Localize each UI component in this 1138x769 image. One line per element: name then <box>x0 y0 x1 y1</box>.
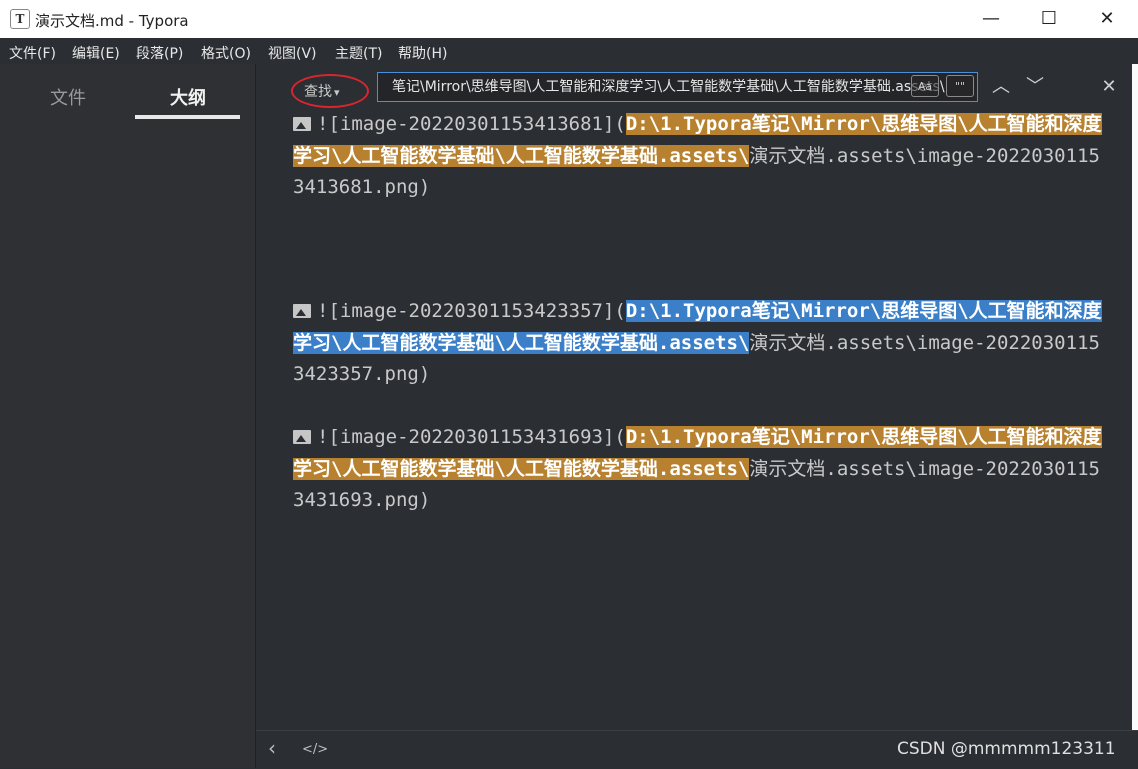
chevron-up-icon[interactable]: ︿ <box>991 77 1011 97</box>
editor-area[interactable]: ![image-20220301153413681](D:\1.Typora笔记… <box>256 112 1138 730</box>
search-input[interactable]: 笔记\Mirror\思维导图\人工智能和深度学习\人工智能数学基础\人工智能数学… <box>377 72 978 102</box>
chevron-left-icon[interactable]: ‹ <box>268 736 276 760</box>
menu-theme[interactable]: 主题(T) <box>335 43 382 63</box>
annotation-circle <box>291 74 369 108</box>
sidebar: 文件 大纲 <box>0 64 256 768</box>
image-markdown-line[interactable]: ![image-20220301153413681](D:\1.Typora笔记… <box>293 109 1103 204</box>
image-icon <box>293 117 311 131</box>
menu-paragraph[interactable]: 段落(P) <box>136 43 183 63</box>
maximize-button[interactable]: ☐ <box>1020 0 1078 38</box>
menu-view[interactable]: 视图(V) <box>268 43 317 63</box>
image-markdown-line[interactable]: ![image-20220301153431693](D:\1.Typora笔记… <box>293 422 1103 517</box>
tab-files[interactable]: 文件 <box>50 84 86 110</box>
watermark: CSDN @mmmmm123311 <box>897 739 1116 759</box>
active-tab-indicator <box>135 115 240 119</box>
window-edge <box>1132 64 1138 730</box>
markdown-prefix: ![image-20220301153431693]( <box>317 426 626 448</box>
title-bar: T 演示文档.md - Typora — ☐ ✕ <box>0 0 1138 39</box>
image-markdown-line[interactable]: ![image-20220301153423357](D:\1.Typora笔记… <box>293 296 1103 391</box>
typora-logo-icon: T <box>10 9 30 29</box>
menu-edit[interactable]: 编辑(E) <box>72 43 120 63</box>
whole-word-toggle[interactable]: "" <box>946 75 974 97</box>
image-icon <box>293 304 311 318</box>
match-case-toggle[interactable]: Aa <box>911 75 939 97</box>
chevron-down-icon[interactable]: ﹀ <box>1025 77 1045 97</box>
markdown-prefix: ![image-20220301153413681]( <box>317 113 626 135</box>
close-icon[interactable]: ✕ <box>1099 77 1119 97</box>
window-title: 演示文档.md - Typora <box>35 12 189 30</box>
find-bar: 查找 ▾ 笔记\Mirror\思维导图\人工智能和深度学习\人工智能数学基础\人工… <box>256 64 1138 112</box>
menu-format[interactable]: 格式(O) <box>201 43 251 63</box>
close-window-button[interactable]: ✕ <box>1078 0 1136 38</box>
menu-file[interactable]: 文件(F) <box>9 43 56 63</box>
image-icon <box>293 430 311 444</box>
tab-outline[interactable]: 大纲 <box>170 84 206 110</box>
menu-bar: 文件(F) 编辑(E) 段落(P) 格式(O) 视图(V) 主题(T) 帮助(H… <box>0 38 1138 64</box>
source-code-icon[interactable]: </> <box>302 742 328 757</box>
menu-help[interactable]: 帮助(H) <box>398 43 447 63</box>
markdown-prefix: ![image-20220301153423357]( <box>317 300 626 322</box>
minimize-button[interactable]: — <box>962 0 1020 38</box>
